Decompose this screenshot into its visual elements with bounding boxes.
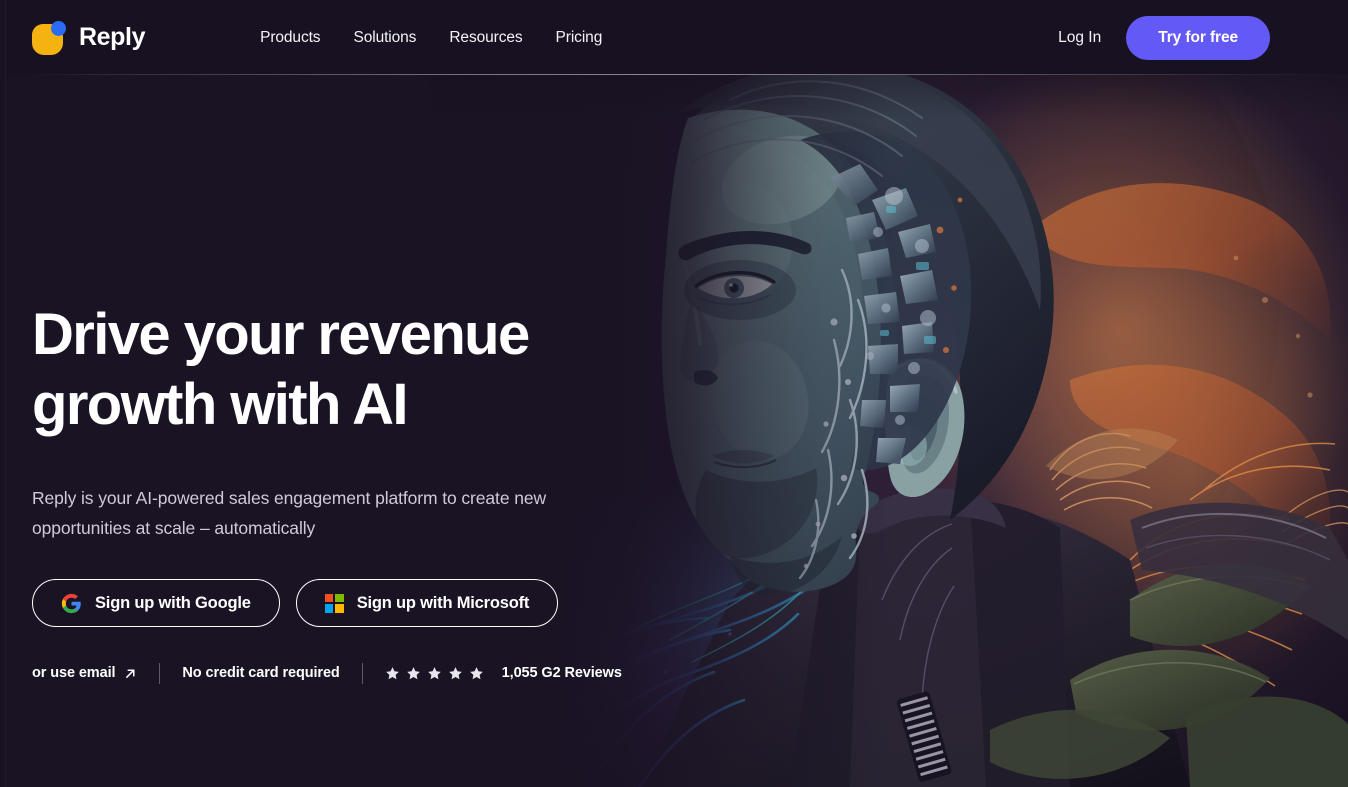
signup-google-button[interactable]: Sign up with Google <box>32 579 280 627</box>
window-left-edge <box>0 0 6 787</box>
nav-item-pricing[interactable]: Pricing <box>556 29 603 47</box>
nav-item-solutions[interactable]: Solutions <box>353 29 416 47</box>
signup-buttons: Sign up with Google Sign up with Microso… <box>32 579 652 627</box>
microsoft-icon <box>324 593 344 613</box>
page-title: Drive your revenue growth with AI <box>32 302 530 437</box>
brand-logo[interactable]: Reply <box>32 20 146 55</box>
star-icon <box>385 666 399 679</box>
signup-google-label: Sign up with Google <box>95 593 251 612</box>
brand-name: Reply <box>79 23 146 51</box>
login-link[interactable]: Log In <box>1058 29 1101 47</box>
star-icon <box>448 666 462 679</box>
hero-meta-row: or use email No credit card required 1,0… <box>32 662 652 684</box>
star-icon <box>469 666 483 679</box>
signup-microsoft-button[interactable]: Sign up with Microsoft <box>295 579 559 627</box>
reply-logo-icon <box>32 20 66 55</box>
rating-stars <box>385 666 484 681</box>
header-actions: Log In Try for free <box>1058 15 1270 60</box>
meta-divider-2 <box>361 662 363 684</box>
use-email-link[interactable]: or use email <box>32 665 137 681</box>
google-icon <box>61 593 81 613</box>
hero-copy: Drive your revenue growth with AI Reply … <box>32 300 652 684</box>
star-icon <box>427 666 441 679</box>
g2-reviews-label: 1,055 G2 Reviews <box>501 665 622 681</box>
nav-item-resources[interactable]: Resources <box>449 29 522 47</box>
try-for-free-button[interactable]: Try for free <box>1126 15 1270 60</box>
main-nav: Products Solutions Resources Pricing <box>260 29 602 47</box>
use-email-label: or use email <box>32 665 116 681</box>
meta-divider-1 <box>159 662 161 684</box>
star-icon <box>406 666 420 679</box>
landing-page: Reply Products Solutions Resources Prici… <box>0 0 1348 787</box>
signup-microsoft-label: Sign up with Microsoft <box>356 593 530 612</box>
arrow-up-right-icon <box>126 668 135 678</box>
logo-dot <box>51 20 66 36</box>
header-divider <box>0 74 1348 75</box>
hero-subtitle: Reply is your AI-powered sales engagemen… <box>32 488 547 538</box>
nav-item-products[interactable]: Products <box>260 29 320 47</box>
site-header: Reply Products Solutions Resources Prici… <box>0 0 1348 75</box>
no-credit-card-label: No credit card required <box>182 665 340 681</box>
